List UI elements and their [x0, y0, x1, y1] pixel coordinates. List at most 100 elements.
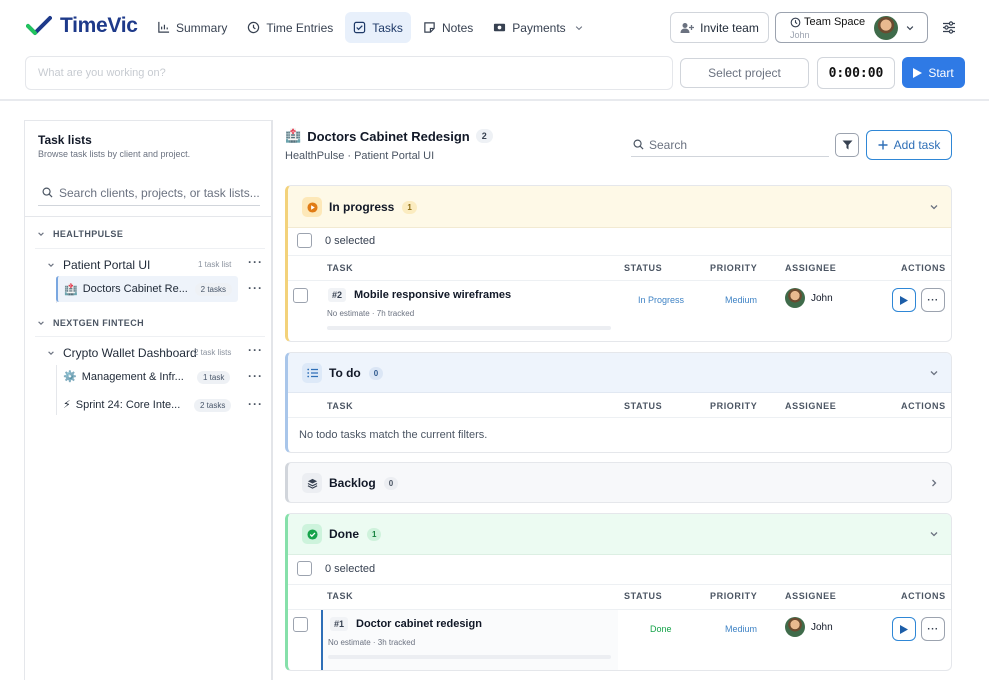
list-icon — [302, 363, 322, 383]
section-header[interactable]: Done 1 — [288, 514, 951, 555]
task-checkbox[interactable] — [293, 617, 308, 632]
sidebar-search-input[interactable]: Search clients, projects, or task lists.… — [38, 180, 260, 206]
team-title-row: Team Space — [790, 16, 865, 28]
sidebar-divider — [271, 120, 273, 680]
page-title-text: Doctors Cabinet Redesign — [307, 128, 470, 144]
section-done: Done 1 0 selected TASK STATUS PRIORITY A… — [285, 513, 952, 671]
section-todo: To do 0 TASK STATUS PRIORITY ASSIGNEE AC… — [285, 352, 952, 453]
col-status: STATUS — [624, 263, 663, 273]
task-progress-bar — [327, 326, 611, 330]
team-switcher[interactable]: Team Space John — [775, 12, 928, 43]
start-timer-button[interactable] — [892, 288, 916, 312]
select-all-checkbox[interactable] — [297, 233, 312, 248]
checkbox-icon — [354, 21, 366, 34]
chevron-down-icon — [48, 351, 54, 355]
client-group-nextgen-fintech[interactable]: NEXTGEN FINTECH — [37, 318, 144, 328]
chevron-down-icon — [48, 263, 54, 267]
logo[interactable]: TimeVic — [26, 14, 138, 38]
breadcrumb: HealthPulse · Patient Portal UI — [285, 150, 435, 162]
section-header[interactable]: To do 0 — [288, 353, 951, 393]
nav-notes-label: Notes — [441, 20, 474, 35]
task-search-placeholder: Search — [649, 137, 688, 152]
col-actions: ACTIONS — [901, 401, 946, 411]
play-icon — [900, 295, 908, 305]
task-title[interactable]: #2 Mobile responsive wireframes — [328, 288, 511, 302]
task-checkbox[interactable] — [293, 288, 308, 303]
chevron-down-icon[interactable] — [929, 529, 939, 539]
section-label-row: To do 0 — [329, 366, 384, 380]
nav-time-entries[interactable]: Time Entries — [239, 12, 341, 43]
project-name: Crypto Wallet Dashboard — [63, 346, 197, 360]
what-working-on-input[interactable]: What are you working on? — [25, 56, 673, 90]
chevron-down-icon — [906, 26, 914, 31]
task-more-button[interactable]: ··· — [921, 288, 945, 312]
task-meta: No estimate · 7h tracked — [327, 309, 415, 318]
task-count-chip: 2 tasks — [194, 282, 232, 296]
task-list-more-button[interactable]: ··· — [248, 281, 263, 295]
invite-team-button[interactable]: Invite team — [670, 12, 769, 43]
task-search-input[interactable]: Search — [631, 133, 829, 157]
project-crypto-wallet-dashboard[interactable]: Crypto Wallet Dashboard — [47, 346, 197, 360]
priority-badge: Medium — [725, 624, 758, 634]
chevron-down-icon — [38, 232, 44, 236]
task-list-sprint-24[interactable]: ⚡ Sprint 24: Core Inte... — [63, 398, 180, 412]
main-nav: Summary Time Entries Tasks Notes Payment… — [149, 12, 592, 43]
assignee: John — [785, 617, 833, 637]
chevron-down-icon — [575, 25, 582, 30]
row-divider — [288, 584, 951, 585]
row-divider — [288, 280, 951, 281]
search-icon — [42, 187, 53, 198]
col-priority: PRIORITY — [710, 263, 758, 273]
app-name: TimeVic — [60, 14, 138, 37]
col-priority: PRIORITY — [710, 401, 758, 411]
project-patient-portal-ui[interactable]: Patient Portal UI — [47, 258, 150, 272]
section-label-row: Done 1 — [329, 527, 382, 541]
section-count: 1 — [367, 527, 382, 541]
filter-icon — [842, 140, 852, 150]
empty-state: No todo tasks match the current filters. — [299, 429, 488, 441]
col-assignee: ASSIGNEE — [785, 591, 837, 601]
nav-payments[interactable]: Payments — [485, 12, 591, 43]
layers-icon — [302, 473, 322, 493]
section-label-row: Backlog 0 — [329, 476, 399, 490]
select-project-button[interactable]: Select project — [680, 58, 809, 88]
chevron-right-icon[interactable] — [929, 478, 939, 488]
task-list-management-infra[interactable]: ⚙️ Management & Infr... — [63, 370, 184, 384]
section-count: 0 — [383, 476, 399, 490]
section-count: 1 — [402, 200, 417, 214]
add-task-button[interactable]: Add task — [866, 130, 952, 160]
task-more-button[interactable]: ··· — [921, 617, 945, 641]
task-count-badge: 2 — [475, 129, 493, 143]
task-title[interactable]: #1 Doctor cabinet redesign — [330, 617, 482, 631]
group-divider — [35, 336, 265, 337]
start-button[interactable]: Start — [902, 57, 965, 88]
in-progress-icon — [302, 197, 322, 217]
status-badge: Done — [650, 624, 672, 634]
task-list-more-button[interactable]: ··· — [248, 369, 263, 383]
client-name: HEALTHPULSE — [53, 229, 124, 239]
nav-summary[interactable]: Summary — [149, 12, 235, 43]
select-project-label: Select project — [708, 66, 781, 80]
select-all-checkbox[interactable] — [297, 561, 312, 576]
start-timer-button[interactable] — [892, 617, 916, 641]
task-number: #2 — [328, 288, 347, 302]
payments-icon — [494, 23, 506, 32]
bar-chart-icon — [158, 21, 170, 33]
col-assignee: ASSIGNEE — [785, 263, 837, 273]
chevron-down-icon[interactable] — [929, 202, 939, 212]
client-group-healthpulse[interactable]: HEALTHPULSE — [37, 229, 123, 239]
project-more-button[interactable]: ··· — [248, 343, 263, 357]
chevron-down-icon[interactable] — [929, 368, 939, 378]
project-more-button[interactable]: ··· — [248, 255, 263, 269]
nav-tasks[interactable]: Tasks — [345, 12, 411, 43]
settings-sliders-icon[interactable] — [942, 21, 956, 34]
task-list-more-button[interactable]: ··· — [248, 397, 263, 411]
section-header[interactable]: In progress 1 — [288, 186, 951, 228]
selected-count: 0 selected — [325, 563, 376, 575]
nav-notes[interactable]: Notes — [415, 12, 481, 43]
filter-button[interactable] — [835, 133, 859, 157]
section-backlog[interactable]: Backlog 0 — [285, 462, 952, 503]
project-meta: 2 task lists — [194, 348, 232, 357]
task-list-doctors-cabinet[interactable]: 🏥 Doctors Cabinet Re... 2 tasks — [56, 276, 238, 302]
section-label: Done — [329, 527, 359, 541]
